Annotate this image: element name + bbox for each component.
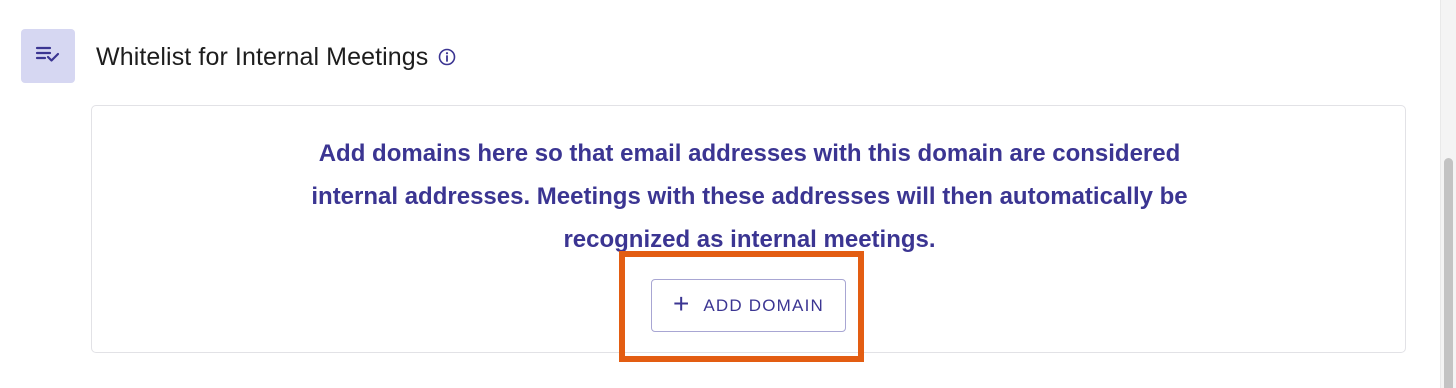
section-header: Whitelist for Internal Meetings [96, 40, 456, 74]
scrollbar-thumb[interactable] [1444, 158, 1453, 388]
whitelist-description: Add domains here so that email addresses… [311, 140, 1188, 253]
section-icon-box [21, 29, 75, 83]
info-circle-icon[interactable] [438, 48, 456, 66]
page: Whitelist for Internal Meetings Add doma… [0, 0, 1456, 388]
scrollbar-track[interactable] [1440, 0, 1456, 388]
section-title: Whitelist for Internal Meetings [96, 42, 429, 71]
add-domain-button[interactable]: + ADD DOMAIN [651, 279, 846, 332]
whitelist-card: Add domains here so that email addresses… [91, 105, 1406, 353]
playlist-check-icon [35, 44, 61, 69]
plus-icon: + [673, 288, 690, 319]
add-domain-label: ADD DOMAIN [703, 295, 824, 315]
